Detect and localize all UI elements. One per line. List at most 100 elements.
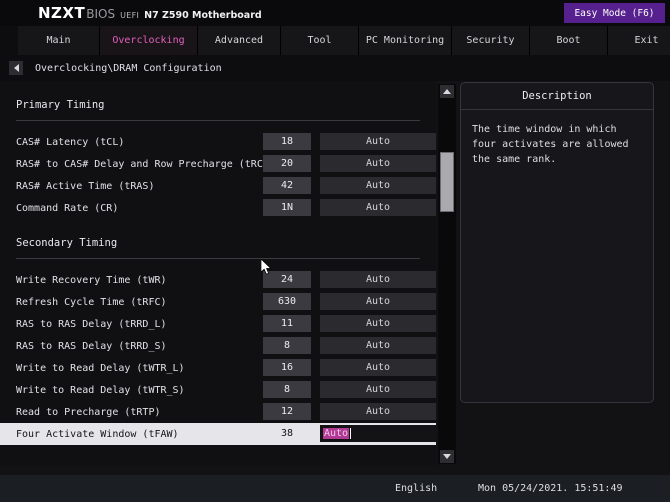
setting-label: Command Rate (CR)	[16, 202, 119, 214]
scroll-down-arrow-icon	[443, 454, 451, 459]
setting-label: Write to Read Delay (tWTR_S)	[16, 384, 185, 396]
setting-auto-input[interactable]: Auto	[320, 425, 436, 442]
tab-label: Main	[46, 35, 71, 46]
setting-value-field[interactable]: 11	[263, 315, 311, 332]
setting-row[interactable]: CAS# Latency (tCL) 18 Auto	[0, 131, 436, 153]
tab-label: Tool	[307, 35, 332, 46]
setting-row[interactable]: RAS to RAS Delay (tRRD_S) 8 Auto	[0, 335, 436, 357]
scrollbar-up-button[interactable]	[440, 85, 454, 98]
setting-auto-input[interactable]: Auto	[320, 177, 436, 194]
description-text: The time window in which four activates …	[472, 124, 629, 165]
section-title: Primary Timing	[16, 99, 105, 111]
setting-value-field[interactable]: 18	[263, 133, 311, 150]
setting-value-field[interactable]: 630	[263, 293, 311, 310]
scroll-up-arrow-icon	[443, 89, 451, 94]
settings-list-panel: Primary Timing CAS# Latency (tCL) 18 Auto RA…	[0, 81, 436, 466]
settings-scrollbar[interactable]	[438, 84, 456, 464]
setting-value-field[interactable]: 12	[263, 403, 311, 420]
setting-row[interactable]: Read to Precharge (tRTP) 12 Auto	[0, 401, 436, 423]
setting-auto-text: Auto	[365, 274, 391, 285]
easy-mode-button[interactable]: Easy Mode (F6)	[564, 3, 665, 23]
back-arrow-icon	[13, 64, 19, 72]
setting-auto-input[interactable]: Auto	[320, 315, 436, 332]
setting-auto-text: Auto	[365, 362, 391, 373]
setting-value-field[interactable]: 38	[263, 425, 311, 442]
tab-label: Overclocking	[112, 35, 185, 46]
setting-value-field[interactable]: 20	[263, 155, 311, 172]
setting-row[interactable]: RAS# to CAS# Delay and Row Precharge (tR…	[0, 153, 436, 175]
language-selector[interactable]: English	[395, 483, 437, 494]
setting-label: Four Activate Window (tFAW)	[16, 428, 179, 440]
bios-setup-screen: NZXT BIOS UEFI N7 Z590 Motherboard Easy …	[0, 0, 670, 502]
setting-auto-text: Auto	[365, 202, 391, 213]
setting-value-field[interactable]: 42	[263, 177, 311, 194]
setting-value-text: 12	[280, 406, 294, 417]
motherboard-model-label: N7 Z590 Motherboard	[144, 10, 262, 21]
setting-row[interactable]: RAS to RAS Delay (tRRD_L) 11 Auto	[0, 313, 436, 335]
tab-main[interactable]: Main	[18, 26, 100, 55]
text-caret	[350, 428, 352, 439]
setting-row[interactable]: Write to Read Delay (tWTR_S) 8 Auto	[0, 379, 436, 401]
tab-tool[interactable]: Tool	[281, 26, 359, 55]
setting-auto-text: Auto	[365, 180, 391, 191]
tab-label: Boot	[556, 35, 581, 46]
setting-auto-input[interactable]: Auto	[320, 133, 436, 150]
setting-auto-text: Auto	[323, 428, 350, 439]
breadcrumb-bar: Overclocking\DRAM Configuration	[0, 55, 670, 81]
setting-label: RAS# to CAS# Delay and Row Precharge (tR…	[16, 158, 293, 170]
tab-boot[interactable]: Boot	[530, 26, 608, 55]
setting-value-field[interactable]: 24	[263, 271, 311, 288]
setting-value-text: 24	[280, 274, 294, 285]
tab-label: PC Monitoring	[365, 35, 445, 46]
tab-overclocking[interactable]: Overclocking	[100, 26, 198, 58]
setting-row[interactable]: RAS# Active Time (tRAS) 42 Auto	[0, 175, 436, 197]
main-tab-bar: Main Overclocking Advanced Tool PC Monitorin…	[0, 26, 670, 58]
setting-row[interactable]: Write to Read Delay (tWTR_L) 16 Auto	[0, 357, 436, 379]
section-header: Primary Timing	[0, 81, 436, 120]
section-title: Secondary Timing	[16, 237, 118, 249]
setting-auto-input[interactable]: Auto	[320, 381, 436, 398]
setting-value-field[interactable]: 16	[263, 359, 311, 376]
title-bar: NZXT BIOS UEFI N7 Z590 Motherboard Easy …	[0, 0, 670, 26]
setting-auto-text: Auto	[365, 296, 391, 307]
tab-exit[interactable]: Exit	[608, 26, 670, 55]
setting-auto-text: Auto	[365, 340, 391, 351]
setting-auto-text: Auto	[365, 406, 391, 417]
setting-auto-input[interactable]: Auto	[320, 293, 436, 310]
setting-auto-input[interactable]: Auto	[320, 403, 436, 420]
tab-label: Advanced	[214, 35, 264, 46]
setting-row[interactable]: Four Activate Window (tFAW) 38 Auto	[0, 423, 436, 445]
tab-security[interactable]: Security	[452, 26, 530, 55]
setting-value-text: 20	[280, 158, 294, 169]
tab-label: Security	[466, 35, 515, 46]
setting-value-text: 38	[280, 428, 294, 439]
setting-row[interactable]: Write Recovery Time (tWR) 24 Auto	[0, 269, 436, 291]
setting-auto-input[interactable]: Auto	[320, 271, 436, 288]
brand-logo: NZXT BIOS UEFI N7 Z590 Motherboard	[38, 4, 262, 22]
setting-label: Write to Read Delay (tWTR_L)	[16, 362, 185, 374]
back-button[interactable]	[9, 61, 23, 75]
setting-value-field[interactable]: 1N	[263, 199, 311, 216]
setting-auto-input[interactable]: Auto	[320, 199, 436, 216]
scrollbar-thumb[interactable]	[440, 152, 454, 212]
setting-auto-input[interactable]: Auto	[320, 359, 436, 376]
setting-auto-text: Auto	[365, 384, 391, 395]
setting-label: Refresh Cycle Time (tRFC)	[16, 296, 167, 308]
tab-advanced[interactable]: Advanced	[198, 26, 281, 55]
tab-pc-monitoring[interactable]: PC Monitoring	[359, 26, 452, 55]
setting-auto-input[interactable]: Auto	[320, 337, 436, 354]
description-panel: Description The time window in which fou…	[460, 82, 654, 403]
scrollbar-down-button[interactable]	[440, 450, 454, 463]
setting-value-text: 8	[283, 384, 291, 395]
section-header: Secondary Timing	[0, 219, 436, 258]
setting-row[interactable]: Refresh Cycle Time (tRFC) 630 Auto	[0, 291, 436, 313]
setting-auto-text: Auto	[365, 136, 391, 147]
setting-row[interactable]: Command Rate (CR) 1N Auto	[0, 197, 436, 219]
setting-value-field[interactable]: 8	[263, 337, 311, 354]
setting-auto-input[interactable]: Auto	[320, 155, 436, 172]
brand-bios-label: BIOS	[86, 7, 116, 21]
setting-value-text: 1N	[280, 202, 294, 213]
setting-value-field[interactable]: 8	[263, 381, 311, 398]
setting-value-text: 11	[280, 318, 294, 329]
breadcrumb-path: Overclocking\DRAM Configuration	[35, 62, 222, 74]
